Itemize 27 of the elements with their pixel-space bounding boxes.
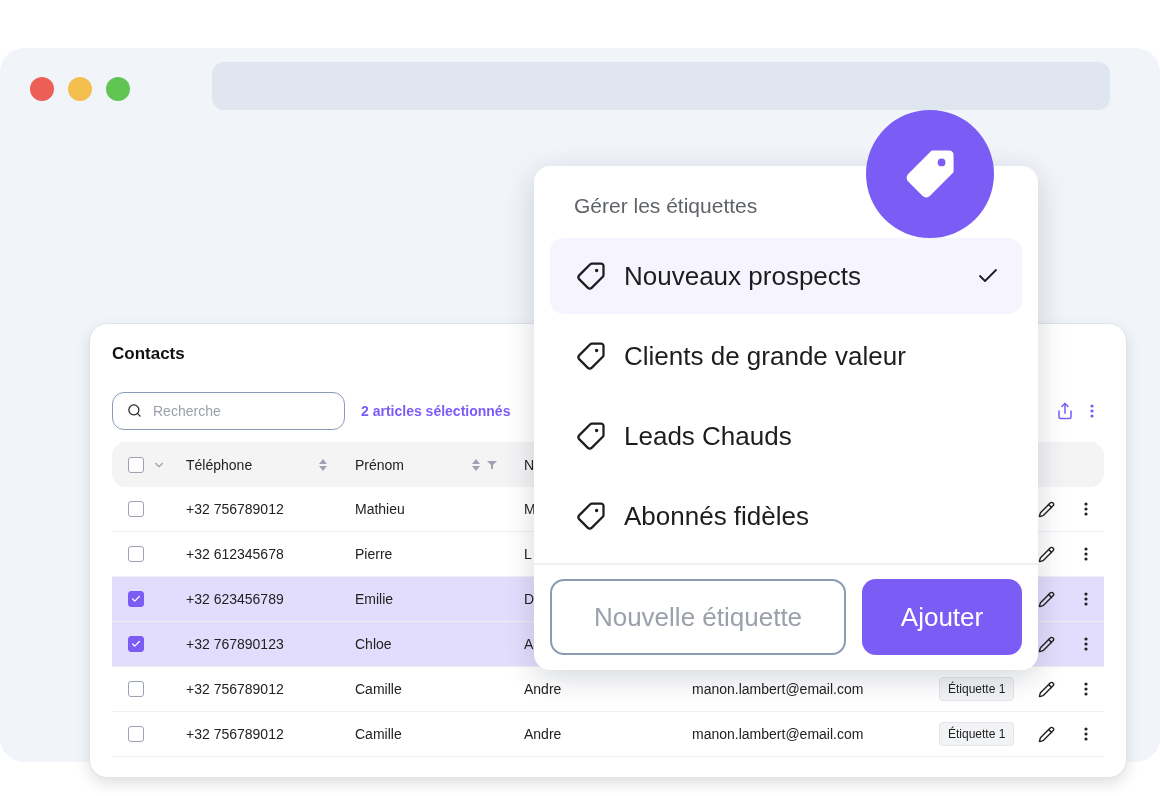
selection-count: 2 articles sélectionnés — [361, 403, 511, 419]
table-cell-text: +32 612345678 — [185, 546, 285, 562]
table-cell-text: +32 756789012 — [185, 501, 285, 517]
column-header: Téléphone — [186, 456, 253, 473]
table-cell-text: +32 623456789 — [185, 591, 285, 607]
table-cell-text: Mathieu — [354, 501, 406, 517]
table-cell-text: Andre — [523, 726, 563, 742]
table-cell-text: Chloe — [354, 636, 393, 652]
table-cell-text: Emilie — [354, 591, 395, 607]
table-cell-text: L — [523, 546, 533, 562]
table-cell-text: +32 756789012 — [185, 681, 285, 697]
tag-chip: Étiquette 1 — [939, 722, 1015, 746]
table-cell-text: +32 767890123 — [185, 636, 285, 652]
table-cell-text: Camille — [354, 681, 403, 697]
table-cell-text: +32 756789012 — [185, 726, 285, 742]
card-title: Contacts — [112, 343, 185, 365]
table-cell-text: Camille — [354, 726, 403, 742]
table-cell-text: D — [523, 591, 536, 607]
table-cell-text: Andre — [523, 681, 563, 697]
table-cell-text: A — [523, 636, 535, 652]
table-cell-text: Pierre — [354, 546, 394, 562]
column-header: N — [524, 456, 535, 473]
tag-chip: Étiquette 1 — [939, 677, 1015, 701]
menu-title: Gérer les étiquettes — [573, 194, 759, 219]
table-cell-text: manon.lambert@email.com — [691, 681, 865, 697]
column-header: Prénom — [355, 456, 405, 473]
table-cell-text: manon.lambert@email.com — [691, 726, 865, 742]
